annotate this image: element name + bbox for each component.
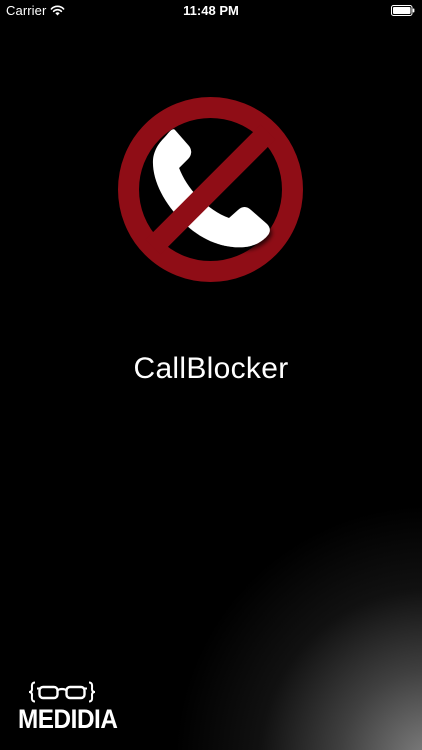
company-logo: MEDIDIA <box>18 681 118 737</box>
glasses-braces-icon <box>28 681 96 703</box>
company-name: MEDIDIA <box>18 704 118 734</box>
status-time: 11:48 PM <box>183 3 239 18</box>
blocked-phone-icon <box>118 97 303 282</box>
status-bar: Carrier 11:48 PM <box>0 0 422 22</box>
splash-screen: Carrier 11:48 PM CallBlocker MEDIDIA <box>0 0 422 750</box>
app-title: CallBlocker <box>133 352 289 385</box>
battery-icon <box>391 5 415 16</box>
